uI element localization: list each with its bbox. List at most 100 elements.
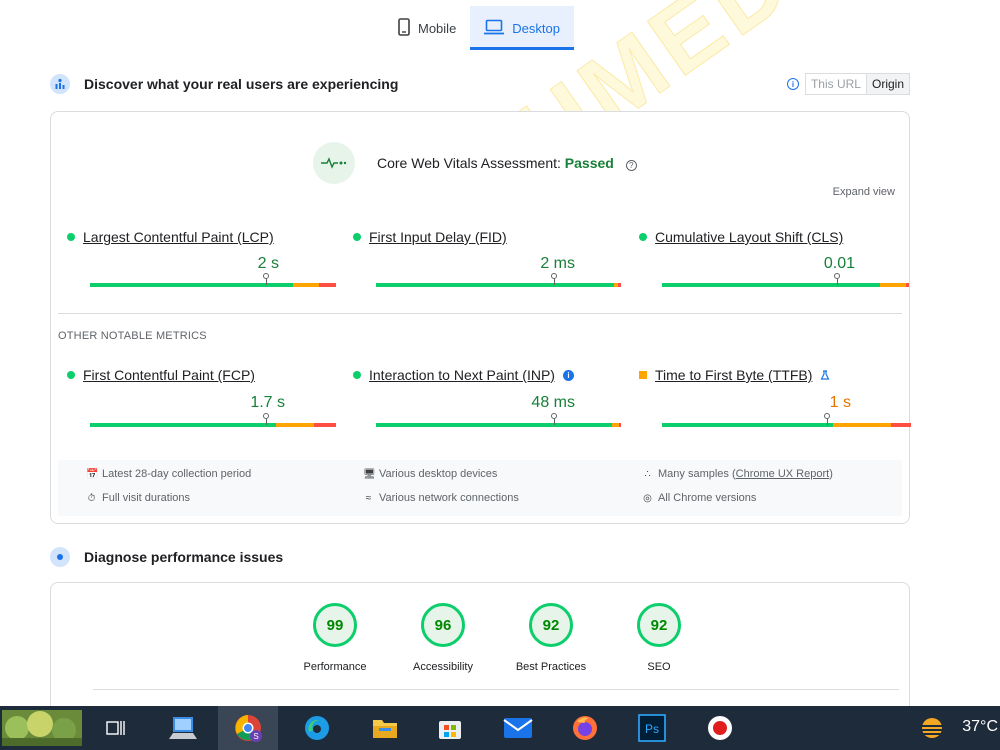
chrome-icon: ◎ xyxy=(643,492,652,504)
score-ring: 96 xyxy=(421,603,465,647)
metric-ttfb-value: 1 s xyxy=(829,394,851,411)
edge-icon xyxy=(305,716,329,740)
help-icon[interactable]: ? xyxy=(625,160,637,171)
metric-lcp-value: 2 s xyxy=(257,255,279,272)
gauge-seo[interactable]: 92 SEO xyxy=(605,603,713,673)
gauge-performance[interactable]: 99 Performance xyxy=(281,603,389,673)
assessment-text: Core Web Vitals Assessment: Passed ? xyxy=(377,155,637,171)
metric-inp-link[interactable]: Interaction to Next Paint (INP) xyxy=(369,367,555,383)
lab-divider xyxy=(93,689,899,690)
assessment-label: Core Web Vitals Assessment: xyxy=(377,155,561,171)
diagnose-title: Diagnose performance issues xyxy=(84,549,284,565)
users-chart-icon xyxy=(50,74,70,94)
folder-icon xyxy=(373,720,397,738)
calendar-icon: 📅 xyxy=(86,468,99,480)
network-types: ≈ Various network connections xyxy=(363,492,519,504)
real-users-title: Discover what your real users are experi… xyxy=(84,76,399,92)
tab-mobile-label: Mobile xyxy=(418,20,457,36)
fcp-distribution-bar xyxy=(90,423,336,427)
taskbar-mail[interactable] xyxy=(493,706,543,750)
target-icon xyxy=(50,547,70,567)
gauge-label: Best Practices xyxy=(515,661,587,673)
field-data-card: Core Web Vitals Assessment: Passed ? Exp… xyxy=(50,111,911,524)
metric-cls: Cumulative Layout Shift (CLS) 0.01 xyxy=(639,229,909,287)
fcp-marker xyxy=(263,413,269,425)
taskbar-photoshop[interactable]: Ps xyxy=(627,706,677,750)
metric-inp: Interaction to Next Paint (INP) i 48 ms xyxy=(353,367,621,427)
ttfb-marker xyxy=(824,413,830,425)
metric-fid-link[interactable]: First Input Delay (FID) xyxy=(369,229,507,245)
lab-data-card: 99 Performance 96 Accessibility 92 Best Pra… xyxy=(50,582,910,722)
collection-period: 📅 Latest 28-day collection period xyxy=(86,468,252,480)
photoshop-icon: Ps xyxy=(638,714,666,742)
cwv-assessment: Core Web Vitals Assessment: Passed ? xyxy=(313,142,637,184)
taskbar-file-explorer[interactable] xyxy=(360,706,410,750)
weather-widget[interactable] xyxy=(912,706,952,750)
good-dot-icon xyxy=(639,233,647,241)
gauge-label: Performance xyxy=(303,661,367,673)
laptop-icon xyxy=(484,19,505,38)
taskbar-edge[interactable] xyxy=(292,706,342,750)
svg-text:Ps: Ps xyxy=(645,722,659,736)
inp-info-icon[interactable]: i xyxy=(562,369,574,381)
visit-durations: ⏱ Full visit durations xyxy=(87,492,191,504)
good-dot-icon xyxy=(67,233,75,241)
gauge-accessibility[interactable]: 96 Accessibility xyxy=(389,603,497,673)
start-button[interactable] xyxy=(0,706,84,750)
inp-marker xyxy=(551,413,557,425)
temperature-readout[interactable]: 37°C xyxy=(962,718,998,736)
metric-cls-link[interactable]: Cumulative Layout Shift (CLS) xyxy=(655,229,843,245)
this-url-button[interactable]: This URL xyxy=(806,74,867,94)
taskbar-store[interactable] xyxy=(425,706,475,750)
device-tabs: Mobile Desktop xyxy=(384,6,574,50)
score-ring: 92 xyxy=(529,603,573,647)
taskbar-firefox[interactable] xyxy=(560,706,610,750)
task-view-icon xyxy=(106,721,125,735)
taskbar-chrome[interactable]: S xyxy=(218,706,278,750)
timer-icon: ⏱ xyxy=(87,492,96,504)
tab-mobile[interactable]: Mobile xyxy=(384,6,470,50)
good-dot-icon xyxy=(67,371,75,379)
cls-marker xyxy=(834,273,840,285)
metric-lcp: Largest Contentful Paint (LCP) 2 s xyxy=(67,229,336,287)
firefox-icon xyxy=(573,716,597,740)
flask-icon xyxy=(820,367,830,383)
origin-button[interactable]: Origin xyxy=(866,74,909,94)
device-types: 🖥 Various desktop devices xyxy=(363,468,498,480)
metric-ttfb-link[interactable]: Time to First Byte (TTFB) xyxy=(655,367,812,383)
metric-inp-value: 48 ms xyxy=(531,394,575,411)
metric-lcp-link[interactable]: Largest Contentful Paint (LCP) xyxy=(83,229,274,245)
ttfb-distribution-bar xyxy=(662,423,911,427)
landscape-icon xyxy=(2,710,82,746)
other-metrics-title: OTHER NOTABLE METRICS xyxy=(58,330,207,342)
gauge-label: Accessibility xyxy=(413,661,473,673)
gauge-best-practices[interactable]: 92 Best Practices xyxy=(497,603,605,673)
good-dot-icon xyxy=(353,233,361,241)
cls-distribution-bar xyxy=(662,283,909,287)
taskbar-recorder[interactable] xyxy=(695,706,745,750)
metric-fcp-link[interactable]: First Contentful Paint (FCP) xyxy=(83,367,255,383)
metric-fid-value: 2 ms xyxy=(540,255,575,272)
metric-cls-value: 0.01 xyxy=(823,255,855,272)
windows-taskbar: S Ps 37°C xyxy=(0,706,1000,750)
task-view-button[interactable] xyxy=(98,706,134,750)
real-users-heading: Discover what your real users are experi… xyxy=(50,74,398,94)
gauge-label: SEO xyxy=(647,661,671,673)
lcp-marker xyxy=(263,273,269,285)
mail-icon xyxy=(503,718,533,738)
score-ring: 99 xyxy=(313,603,357,647)
store-icon xyxy=(439,721,461,739)
inp-distribution-bar xyxy=(376,423,621,427)
lcp-distribution-bar xyxy=(90,283,336,287)
info-icon[interactable]: i xyxy=(786,78,799,90)
tab-desktop[interactable]: Desktop xyxy=(470,6,574,50)
samples-info: ∴ Many samples (Chrome UX Report) xyxy=(642,468,833,480)
good-dot-icon xyxy=(353,371,361,379)
toggle-box: This URL Origin xyxy=(804,73,910,95)
chrome-ux-report-link[interactable]: Chrome UX Report xyxy=(736,468,830,480)
taskbar-this-pc[interactable] xyxy=(158,706,208,750)
url-origin-toggle: i This URL Origin xyxy=(786,73,910,95)
score-gauges: 99 Performance 96 Accessibility 92 Best Pra… xyxy=(281,603,713,673)
pagespeed-page: SAAD AHMED TURK Mobile Desktop Discover … xyxy=(0,0,1000,750)
expand-view-link[interactable]: Expand view xyxy=(833,186,895,198)
